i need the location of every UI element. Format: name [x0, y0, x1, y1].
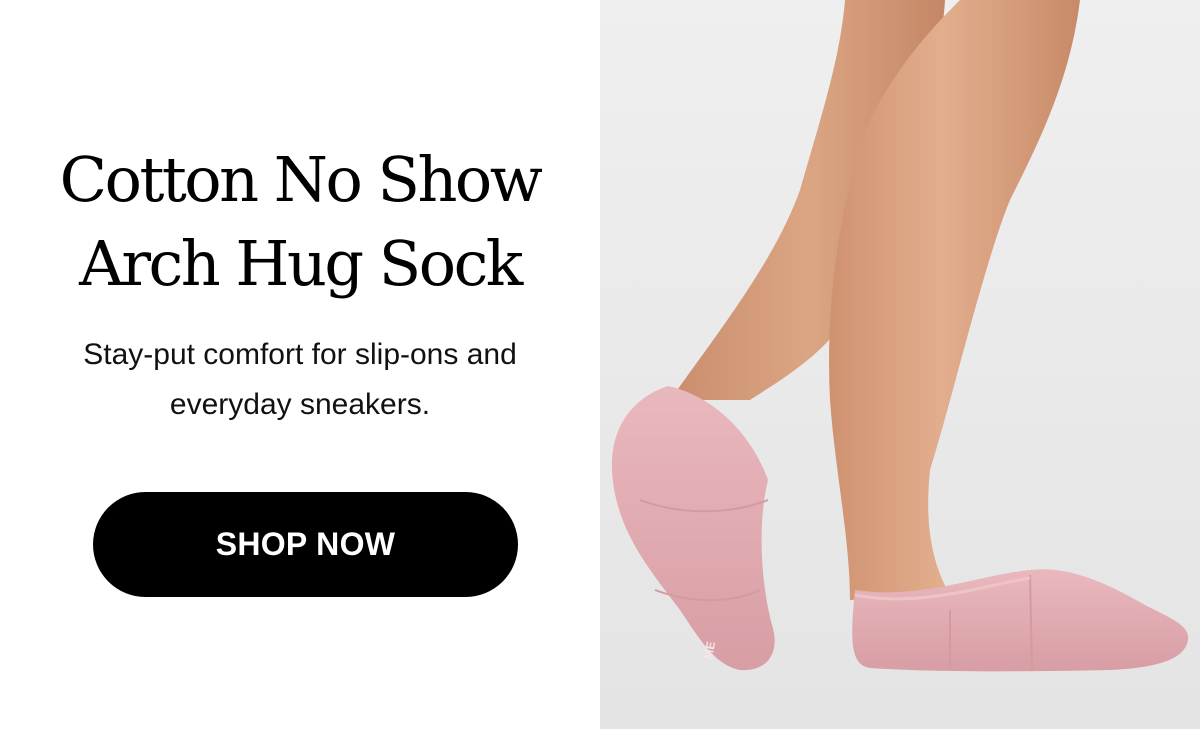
- subhead-line-1: Stay-put comfort for slip-ons and: [83, 338, 517, 371]
- product-subhead: Stay-put comfort for slip-ons and everyd…: [0, 330, 600, 430]
- promo-banner: Cotton No Show Arch Hug Sock Stay-put co…: [0, 0, 1200, 729]
- promo-text-panel: Cotton No Show Arch Hug Sock Stay-put co…: [0, 0, 600, 729]
- product-photo[interactable]: ME: [600, 0, 1200, 729]
- headline-line-1: Cotton No Show: [59, 143, 543, 216]
- headline-line-2: Arch Hug Sock: [79, 227, 523, 300]
- subhead-line-2: everyday sneakers.: [169, 388, 431, 421]
- product-headline: Cotton No Show Arch Hug Sock: [0, 138, 600, 306]
- sock-legs-illustration: ME: [600, 0, 1200, 729]
- shop-now-button[interactable]: SHOP NOW: [93, 492, 518, 597]
